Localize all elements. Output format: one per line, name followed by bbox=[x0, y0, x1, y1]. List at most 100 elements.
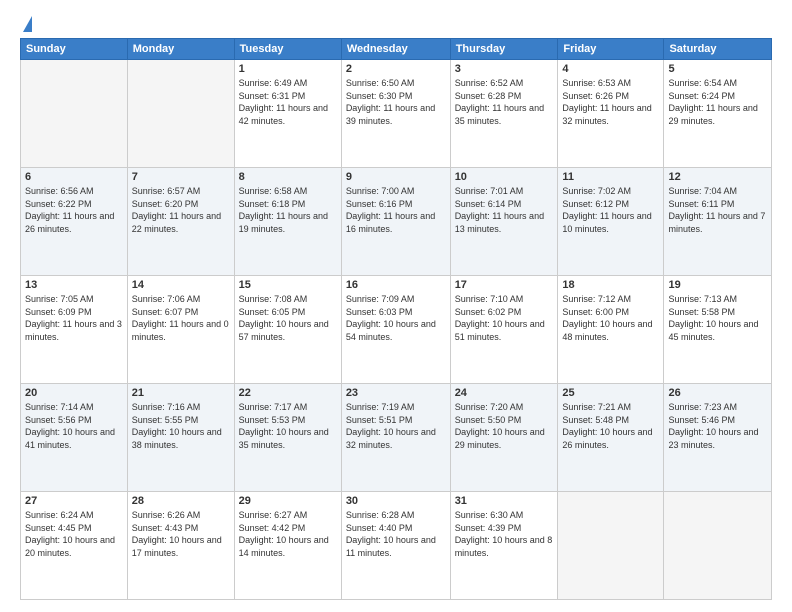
day-number: 7 bbox=[132, 171, 230, 183]
column-header-friday: Friday bbox=[558, 39, 664, 60]
day-info: Sunrise: 7:01 AM Sunset: 6:14 PM Dayligh… bbox=[455, 185, 554, 235]
day-number: 17 bbox=[455, 279, 554, 291]
column-header-sunday: Sunday bbox=[21, 39, 128, 60]
day-info: Sunrise: 7:02 AM Sunset: 6:12 PM Dayligh… bbox=[562, 185, 659, 235]
calendar-week-row: 1 Sunrise: 6:49 AM Sunset: 6:31 PM Daylig… bbox=[21, 60, 772, 168]
calendar: SundayMondayTuesdayWednesdayThursdayFrid… bbox=[20, 38, 772, 600]
column-header-tuesday: Tuesday bbox=[234, 39, 341, 60]
day-info: Sunrise: 7:20 AM Sunset: 5:50 PM Dayligh… bbox=[455, 401, 554, 451]
calendar-cell: 30 Sunrise: 6:28 AM Sunset: 4:40 PM Dayli… bbox=[341, 492, 450, 600]
calendar-cell: 25 Sunrise: 7:21 AM Sunset: 5:48 PM Dayli… bbox=[558, 384, 664, 492]
calendar-cell: 13 Sunrise: 7:05 AM Sunset: 6:09 PM Dayli… bbox=[21, 276, 128, 384]
day-info: Sunrise: 7:04 AM Sunset: 6:11 PM Dayligh… bbox=[668, 185, 767, 235]
calendar-week-row: 27 Sunrise: 6:24 AM Sunset: 4:45 PM Dayli… bbox=[21, 492, 772, 600]
calendar-cell: 26 Sunrise: 7:23 AM Sunset: 5:46 PM Dayli… bbox=[664, 384, 772, 492]
calendar-cell: 27 Sunrise: 6:24 AM Sunset: 4:45 PM Dayli… bbox=[21, 492, 128, 600]
calendar-cell: 23 Sunrise: 7:19 AM Sunset: 5:51 PM Dayli… bbox=[341, 384, 450, 492]
day-number: 16 bbox=[346, 279, 446, 291]
day-info: Sunrise: 7:19 AM Sunset: 5:51 PM Dayligh… bbox=[346, 401, 446, 451]
day-info: Sunrise: 6:57 AM Sunset: 6:20 PM Dayligh… bbox=[132, 185, 230, 235]
calendar-cell: 5 Sunrise: 6:54 AM Sunset: 6:24 PM Daylig… bbox=[664, 60, 772, 168]
calendar-week-row: 13 Sunrise: 7:05 AM Sunset: 6:09 PM Dayli… bbox=[21, 276, 772, 384]
day-info: Sunrise: 6:30 AM Sunset: 4:39 PM Dayligh… bbox=[455, 509, 554, 559]
day-info: Sunrise: 7:23 AM Sunset: 5:46 PM Dayligh… bbox=[668, 401, 767, 451]
header bbox=[20, 16, 772, 32]
day-info: Sunrise: 7:17 AM Sunset: 5:53 PM Dayligh… bbox=[239, 401, 337, 451]
logo bbox=[20, 16, 32, 32]
day-number: 10 bbox=[455, 171, 554, 183]
calendar-cell: 9Sunrise: 7:00 AM Sunset: 6:16 PM Daylig… bbox=[341, 168, 450, 276]
calendar-cell: 18Sunrise: 7:12 AM Sunset: 6:00 PM Dayli… bbox=[558, 276, 664, 384]
day-info: Sunrise: 7:14 AM Sunset: 5:56 PM Dayligh… bbox=[25, 401, 123, 451]
day-info: Sunrise: 6:50 AM Sunset: 6:30 PM Dayligh… bbox=[346, 77, 446, 127]
day-number: 5 bbox=[668, 63, 767, 75]
day-number: 25 bbox=[562, 387, 659, 399]
day-number: 26 bbox=[668, 387, 767, 399]
day-number: 3 bbox=[455, 63, 554, 75]
day-number: 27 bbox=[25, 495, 123, 507]
day-number: 15 bbox=[239, 279, 337, 291]
day-info: Sunrise: 7:00 AM Sunset: 6:16 PM Dayligh… bbox=[346, 185, 446, 235]
calendar-cell: 11 Sunrise: 7:02 AM Sunset: 6:12 PM Dayli… bbox=[558, 168, 664, 276]
day-number: 30 bbox=[346, 495, 446, 507]
calendar-cell: 29 Sunrise: 6:27 AM Sunset: 4:42 PM Dayli… bbox=[234, 492, 341, 600]
day-info: Sunrise: 7:08 AM Sunset: 6:05 PM Dayligh… bbox=[239, 293, 337, 343]
day-number: 31 bbox=[455, 495, 554, 507]
day-info: Sunrise: 6:24 AM Sunset: 4:45 PM Dayligh… bbox=[25, 509, 123, 559]
day-info: Sunrise: 6:58 AM Sunset: 6:18 PM Dayligh… bbox=[239, 185, 337, 235]
calendar-cell: 1 Sunrise: 6:49 AM Sunset: 6:31 PM Daylig… bbox=[234, 60, 341, 168]
day-info: Sunrise: 6:56 AM Sunset: 6:22 PM Dayligh… bbox=[25, 185, 123, 235]
day-number: 22 bbox=[239, 387, 337, 399]
calendar-cell: 12 Sunrise: 7:04 AM Sunset: 6:11 PM Dayli… bbox=[664, 168, 772, 276]
calendar-cell bbox=[127, 60, 234, 168]
calendar-cell: 28Sunrise: 6:26 AM Sunset: 4:43 PM Dayli… bbox=[127, 492, 234, 600]
day-number: 19 bbox=[668, 279, 767, 291]
day-number: 12 bbox=[668, 171, 767, 183]
day-number: 21 bbox=[132, 387, 230, 399]
day-info: Sunrise: 7:13 AM Sunset: 5:58 PM Dayligh… bbox=[668, 293, 767, 343]
day-info: Sunrise: 6:54 AM Sunset: 6:24 PM Dayligh… bbox=[668, 77, 767, 127]
calendar-cell: 6Sunrise: 6:56 AM Sunset: 6:22 PM Daylig… bbox=[21, 168, 128, 276]
day-number: 23 bbox=[346, 387, 446, 399]
day-info: Sunrise: 6:28 AM Sunset: 4:40 PM Dayligh… bbox=[346, 509, 446, 559]
day-number: 4 bbox=[562, 63, 659, 75]
calendar-cell: 16 Sunrise: 7:09 AM Sunset: 6:03 PM Dayli… bbox=[341, 276, 450, 384]
day-info: Sunrise: 6:52 AM Sunset: 6:28 PM Dayligh… bbox=[455, 77, 554, 127]
day-number: 2 bbox=[346, 63, 446, 75]
day-info: Sunrise: 7:12 AM Sunset: 6:00 PM Dayligh… bbox=[562, 293, 659, 343]
column-header-thursday: Thursday bbox=[450, 39, 558, 60]
day-info: Sunrise: 7:21 AM Sunset: 5:48 PM Dayligh… bbox=[562, 401, 659, 451]
calendar-cell: 15 Sunrise: 7:08 AM Sunset: 6:05 PM Dayli… bbox=[234, 276, 341, 384]
calendar-cell bbox=[558, 492, 664, 600]
calendar-cell: 10 Sunrise: 7:01 AM Sunset: 6:14 PM Dayli… bbox=[450, 168, 558, 276]
day-info: Sunrise: 7:06 AM Sunset: 6:07 PM Dayligh… bbox=[132, 293, 230, 343]
logo-triangle-icon bbox=[23, 16, 32, 32]
day-number: 20 bbox=[25, 387, 123, 399]
calendar-header-row: SundayMondayTuesdayWednesdayThursdayFrid… bbox=[21, 39, 772, 60]
day-number: 13 bbox=[25, 279, 123, 291]
column-header-monday: Monday bbox=[127, 39, 234, 60]
calendar-cell: 3 Sunrise: 6:52 AM Sunset: 6:28 PM Daylig… bbox=[450, 60, 558, 168]
day-number: 24 bbox=[455, 387, 554, 399]
calendar-cell: 2 Sunrise: 6:50 AM Sunset: 6:30 PM Daylig… bbox=[341, 60, 450, 168]
day-number: 11 bbox=[562, 171, 659, 183]
calendar-cell: 7 Sunrise: 6:57 AM Sunset: 6:20 PM Daylig… bbox=[127, 168, 234, 276]
calendar-cell: 31 Sunrise: 6:30 AM Sunset: 4:39 PM Dayli… bbox=[450, 492, 558, 600]
calendar-cell: 20 Sunrise: 7:14 AM Sunset: 5:56 PM Dayli… bbox=[21, 384, 128, 492]
day-info: Sunrise: 7:09 AM Sunset: 6:03 PM Dayligh… bbox=[346, 293, 446, 343]
day-number: 29 bbox=[239, 495, 337, 507]
calendar-cell: 19 Sunrise: 7:13 AM Sunset: 5:58 PM Dayli… bbox=[664, 276, 772, 384]
column-header-wednesday: Wednesday bbox=[341, 39, 450, 60]
day-info: Sunrise: 6:49 AM Sunset: 6:31 PM Dayligh… bbox=[239, 77, 337, 127]
column-header-saturday: Saturday bbox=[664, 39, 772, 60]
day-number: 1 bbox=[239, 63, 337, 75]
calendar-cell bbox=[664, 492, 772, 600]
day-info: Sunrise: 6:27 AM Sunset: 4:42 PM Dayligh… bbox=[239, 509, 337, 559]
calendar-cell: 14Sunrise: 7:06 AM Sunset: 6:07 PM Dayli… bbox=[127, 276, 234, 384]
calendar-cell bbox=[21, 60, 128, 168]
day-info: Sunrise: 7:10 AM Sunset: 6:02 PM Dayligh… bbox=[455, 293, 554, 343]
calendar-cell: 8Sunrise: 6:58 AM Sunset: 6:18 PM Daylig… bbox=[234, 168, 341, 276]
day-number: 28 bbox=[132, 495, 230, 507]
day-info: Sunrise: 7:05 AM Sunset: 6:09 PM Dayligh… bbox=[25, 293, 123, 343]
calendar-cell: 17 Sunrise: 7:10 AM Sunset: 6:02 PM Dayli… bbox=[450, 276, 558, 384]
